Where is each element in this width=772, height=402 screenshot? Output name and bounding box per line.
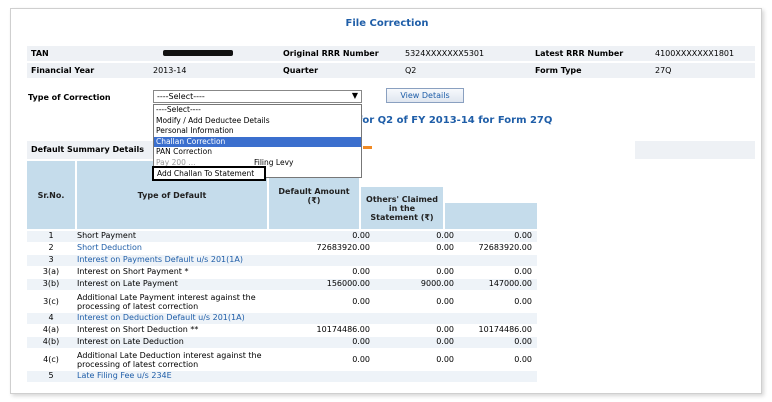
select-value: ----Select---- [157, 92, 205, 101]
type-of-correction-label: Type of Correction [28, 93, 111, 102]
latest-rrr-label: Latest RRR Number [535, 49, 624, 58]
table-row: 4(b) Interest on Late Deduction 0.00 0.00 0… [27, 337, 537, 349]
table-row: 4(c) Additional Late Deduction interest a… [27, 349, 537, 371]
short-deduction-link[interactable]: Short Deduction [77, 243, 285, 252]
table-row: 1 Short Payment 0.00 0.00 0.00 [27, 231, 537, 243]
summary-header-strip [635, 141, 755, 159]
financial-year-value: 2013-14 [153, 66, 187, 75]
header-row-2: Financial Year 2013-14 Quarter Q2 Form T… [27, 63, 755, 78]
table-row: 4(a) Interest on Short Deduction ** 10174… [27, 325, 537, 337]
chevron-down-icon: ▼ [351, 91, 358, 100]
table-row: 5 Late Filing Fee u/s 234E [27, 371, 537, 383]
table-row: 3(a) Interest on Short Payment * 0.00 0.00… [27, 267, 537, 279]
financial-year-label: Financial Year [31, 66, 95, 75]
table-row: 3 Interest on Payments Default u/s 201(1A… [27, 255, 537, 267]
option-pan-correction[interactable]: PAN Correction [154, 147, 361, 158]
option-challan-correction[interactable]: Challan Correction [154, 136, 361, 147]
table-row: 3(b) Interest on Late Payment 156000.00 90… [27, 279, 537, 291]
view-details-button[interactable]: View Details [386, 88, 464, 103]
quarter-value: Q2 [405, 66, 417, 75]
col-header-default-amount: Default Amount (₹) [269, 169, 359, 229]
file-correction-panel: File Correction TAN Original RRR Number … [10, 8, 762, 394]
option-select[interactable]: ----Select---- [154, 105, 361, 116]
table-row: 3(c) Additional Late Payment interest aga… [27, 291, 537, 313]
interest-payments-default-link[interactable]: Interest on Payments Default u/s 201(1A) [77, 255, 285, 264]
option-modify-add-deductee[interactable]: Modify / Add Deductee Details [154, 116, 361, 127]
tan-value-redacted [163, 50, 233, 56]
quarter-label: Quarter [283, 66, 319, 75]
table-row: 4 Interest on Deduction Default u/s 201(1… [27, 313, 537, 325]
default-summary-label: Default Summary Details [31, 145, 144, 154]
tan-label: TAN [31, 49, 49, 58]
original-rrr-label: Original RRR Number [283, 49, 379, 58]
cursor-marker [363, 146, 372, 149]
correction-type-select[interactable]: ----Select---- ▼ [153, 90, 362, 103]
form-type-label: Form Type [535, 66, 582, 75]
interest-deduction-default-link[interactable]: Interest on Deduction Default u/s 201(1A… [77, 313, 285, 322]
late-filing-fee-link[interactable]: Late Filing Fee u/s 234E [77, 371, 285, 380]
page-title: File Correction [345, 18, 429, 29]
form-type-value: 27Q [655, 66, 672, 75]
section-heading: for Q2 of FY 2013-14 for Form 27Q [358, 115, 553, 126]
header-row-1: TAN Original RRR Number 5324XXXXXXX5301 … [27, 46, 755, 61]
option-personal-information[interactable]: Personal Information [154, 126, 361, 137]
col-header-others-claimed: Others' Claimed in the Statement (₹) [361, 187, 443, 229]
latest-rrr-value: 4100XXXXXXX1801 [655, 49, 735, 58]
col-header-net [445, 203, 537, 229]
original-rrr-value: 5324XXXXXXX5301 [405, 49, 485, 58]
table-row: 2 Short Deduction 72683920.00 0.00 72683920… [27, 243, 537, 255]
col-header-sr-no: Sr.No. [27, 161, 75, 229]
option-add-challan-to-statement[interactable]: Add Challan To Statement [152, 166, 266, 181]
